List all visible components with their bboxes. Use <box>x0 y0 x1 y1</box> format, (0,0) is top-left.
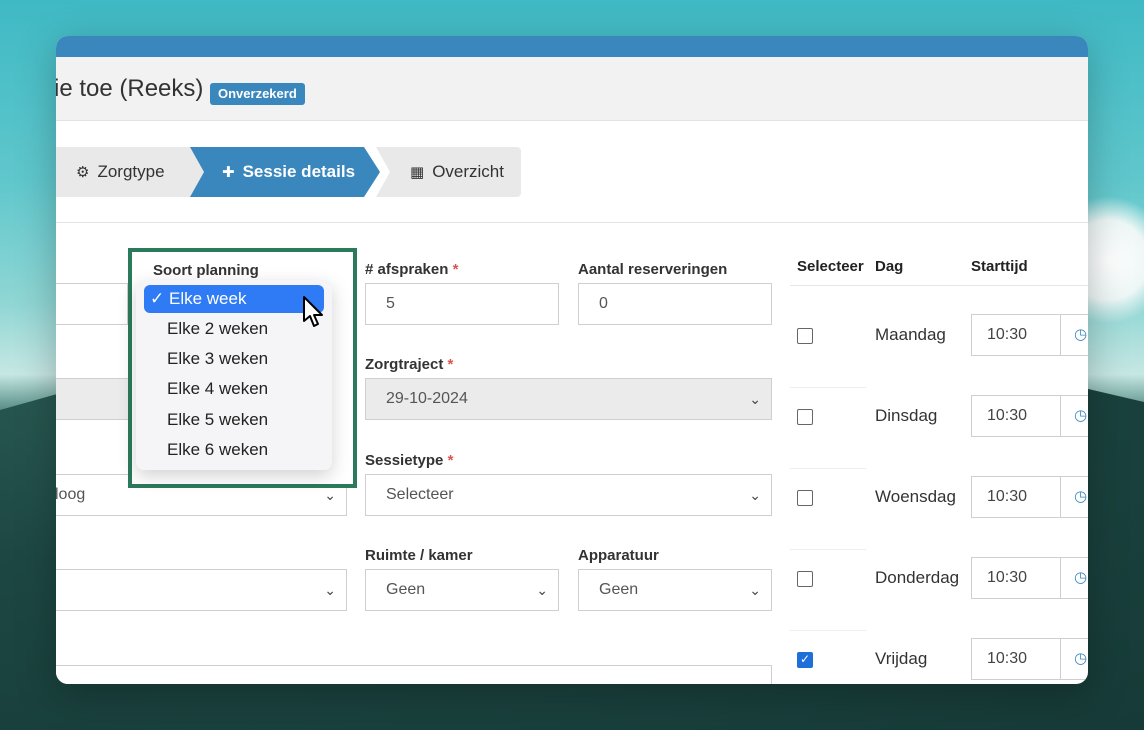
start-time-input[interactable]: 10:30 <box>971 314 1061 356</box>
step-label: Overzicht <box>432 162 504 181</box>
clock-icon[interactable]: ◷ <box>1060 476 1088 518</box>
select-checkbox[interactable] <box>797 328 813 344</box>
select-checkbox[interactable] <box>797 409 813 425</box>
divider <box>56 222 1088 223</box>
row-divider <box>790 468 866 469</box>
chevron-down-icon: ⌄ <box>536 582 548 598</box>
table-icon: ▦ <box>410 164 425 181</box>
checkmark-icon: ✓ <box>150 289 165 308</box>
soort-planning-label: Soort planning <box>153 262 259 279</box>
day-label: Vrijdag <box>875 649 928 668</box>
select-checkbox[interactable] <box>797 490 813 506</box>
ruimte-select[interactable]: Geen ⌄ <box>365 569 559 611</box>
afspraken-input[interactable]: 5 <box>365 283 559 325</box>
dropdown-option[interactable]: Elke 5 weken <box>144 406 324 434</box>
mouse-pointer-icon <box>303 296 323 327</box>
schedule-header-line <box>790 285 1088 286</box>
afspraken-label: # afspraken * <box>365 261 459 278</box>
zorgtraject-label: Zorgtraject * <box>365 356 454 373</box>
zorgtraject-select: 29-10-2024 ⌄ <box>365 378 772 420</box>
dropdown-option[interactable]: Elke 2 weken <box>144 315 324 343</box>
clock-icon[interactable]: ◷ <box>1060 395 1088 437</box>
window-top-bar <box>56 36 1088 57</box>
step-overzicht[interactable]: ▦ Overzicht <box>376 147 521 197</box>
dropdown-option[interactable]: Elke 6 weken <box>144 436 324 464</box>
left-select-value: loog <box>56 486 86 503</box>
apparatuur-value: Geen <box>599 581 639 598</box>
col-header-selecteer: Selecteer <box>797 258 864 275</box>
start-time-input[interactable]: 10:30 <box>971 395 1061 437</box>
row-divider <box>790 387 866 388</box>
page-title: ie toe (Reeks) <box>56 75 204 102</box>
status-badge: Onverzekerd <box>210 83 305 105</box>
dropdown-option[interactable]: Elke 3 weken <box>144 345 324 373</box>
step-label: Sessie details <box>242 162 356 181</box>
step-label: Zorgtype <box>97 162 165 181</box>
clock-icon[interactable]: ◷ <box>1060 638 1088 680</box>
col-header-starttijd: Starttijd <box>971 258 1028 275</box>
chevron-down-icon: ⌄ <box>749 487 761 503</box>
clock-icon[interactable]: ◷ <box>1060 314 1088 356</box>
start-time-input[interactable]: 10:30 <box>971 557 1061 599</box>
day-label: Donderdag <box>875 568 960 587</box>
date-input[interactable] <box>56 283 128 325</box>
clock-icon[interactable]: ◷ <box>1060 557 1088 599</box>
col-header-dag: Dag <box>875 258 904 275</box>
row-divider <box>790 549 866 550</box>
select-checkbox-checked[interactable]: ✓ <box>797 652 813 668</box>
ruimte-label: Ruimte / kamer <box>365 547 473 564</box>
apparatuur-label: Apparatuur <box>578 547 659 564</box>
day-label: Dinsdag <box>875 406 938 425</box>
start-time-input[interactable]: 10:30 <box>971 638 1061 680</box>
sessietype-select[interactable]: Selecteer ⌄ <box>365 474 772 516</box>
sessietype-label: Sessietype * <box>365 452 454 469</box>
left-select-2[interactable]: ⌄ <box>56 569 347 611</box>
modal-header: ie toe (Reeks) Onverzekerd <box>56 57 1088 121</box>
reserveringen-input[interactable]: 0 <box>578 283 772 325</box>
gear-icon: ⚙ <box>76 164 90 181</box>
start-time-input[interactable]: 10:30 <box>971 476 1061 518</box>
step-sessie-details[interactable]: ✚ Sessie details <box>190 147 380 197</box>
select-checkbox[interactable] <box>797 571 813 587</box>
step-zorgtype[interactable]: ⚙ Zorgtype <box>56 147 206 197</box>
dropdown-option[interactable]: Elke 4 weken <box>144 375 324 403</box>
chevron-down-icon: ⌄ <box>749 391 761 407</box>
apparatuur-select[interactable]: Geen ⌄ <box>578 569 772 611</box>
notes-field[interactable] <box>56 665 772 684</box>
sessietype-value: Selecteer <box>386 486 454 503</box>
row-divider <box>790 630 866 631</box>
day-label: Maandag <box>875 325 946 344</box>
puzzle-icon: ✚ <box>222 164 235 181</box>
zorgtraject-value: 29-10-2024 <box>386 390 468 407</box>
chevron-down-icon: ⌄ <box>324 582 336 598</box>
ruimte-value: Geen <box>386 581 426 598</box>
chevron-down-icon: ⌄ <box>749 582 761 598</box>
dropdown-option[interactable]: ✓ Elke week <box>144 285 324 313</box>
day-label: Woensdag <box>875 487 956 506</box>
reserveringen-label: Aantal reserveringen <box>578 261 728 278</box>
